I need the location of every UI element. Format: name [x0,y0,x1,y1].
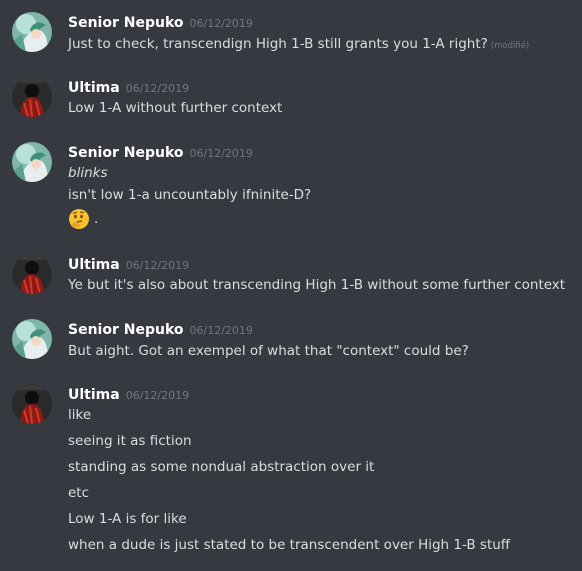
message-content: Ye but it's also about transcending High… [68,277,566,293]
message-content: like [68,407,92,423]
message-content: But aight. Got an exempel of what that "… [68,343,469,359]
message-text: . [68,208,98,230]
timestamp: 06/12/2019 [125,259,190,272]
message-header: Senior Nepuko 06/12/2019 [68,12,253,32]
message-text: Just to check, transcendign High 1-B sti… [68,34,529,56]
avatar[interactable] [12,319,52,359]
message-group: Senior Nepuko 06/12/2019 Just to check, t… [0,12,582,56]
message-content: standing as some nondual abstraction ove… [68,459,375,475]
message-group: Ultima 06/12/2019 Ye but it's also about … [0,254,582,298]
avatar[interactable] [12,384,52,424]
timestamp: 06/12/2019 [189,17,253,30]
timestamp: 06/12/2019 [189,324,253,337]
timestamp: 06/12/2019 [125,389,190,402]
avatar[interactable] [12,142,52,182]
message-group: Ultima 06/12/2019 like seeing it as ficti… [0,384,582,554]
message-content: Just to check, transcendign High 1-B sti… [68,36,488,52]
avatar[interactable] [12,12,52,52]
message-header: Senior Nepuko 06/12/2019 [68,319,253,339]
message-header: Ultima 06/12/2019 [68,384,189,404]
username[interactable]: Ultima [68,80,120,96]
message-group: Senior Nepuko 06/12/2019 blinks isn't low… [0,142,582,234]
timestamp: 06/12/2019 [125,82,190,95]
edited-label: (modifié) [490,41,530,51]
message-group: Senior Nepuko 06/12/2019 But aight. Got a… [0,319,582,363]
message-content: etc [68,485,90,501]
message-content: isn't low 1-a uncountably ifninite-D? [68,187,312,203]
username[interactable]: Ultima [68,387,120,403]
message-header: Senior Nepuko 06/12/2019 [68,142,253,162]
message-content: seeing it as fiction [68,433,192,449]
message-group: Ultima 06/12/2019 Low 1-A without further… [0,77,582,121]
message-content: Low 1-A is for like [68,511,187,527]
message-header: Ultima 06/12/2019 [68,77,189,97]
username[interactable]: Senior Nepuko [68,145,184,161]
avatar[interactable] [12,254,52,294]
username[interactable]: Senior Nepuko [68,15,184,31]
avatar[interactable] [12,77,52,117]
username[interactable]: Senior Nepuko [68,322,184,338]
emoji-suffix: . [94,211,99,227]
thinking-face-emoji-icon [68,208,90,230]
chat-messages: Senior Nepuko 06/12/2019 Just to check, t… [0,0,582,571]
username[interactable]: Ultima [68,257,120,273]
message-header: Ultima 06/12/2019 [68,254,189,274]
message-content: blinks [68,165,108,181]
message-content: when a dude is just stated to be transce… [68,537,511,553]
timestamp: 06/12/2019 [189,147,253,160]
message-content: Low 1-A without further context [68,100,283,116]
